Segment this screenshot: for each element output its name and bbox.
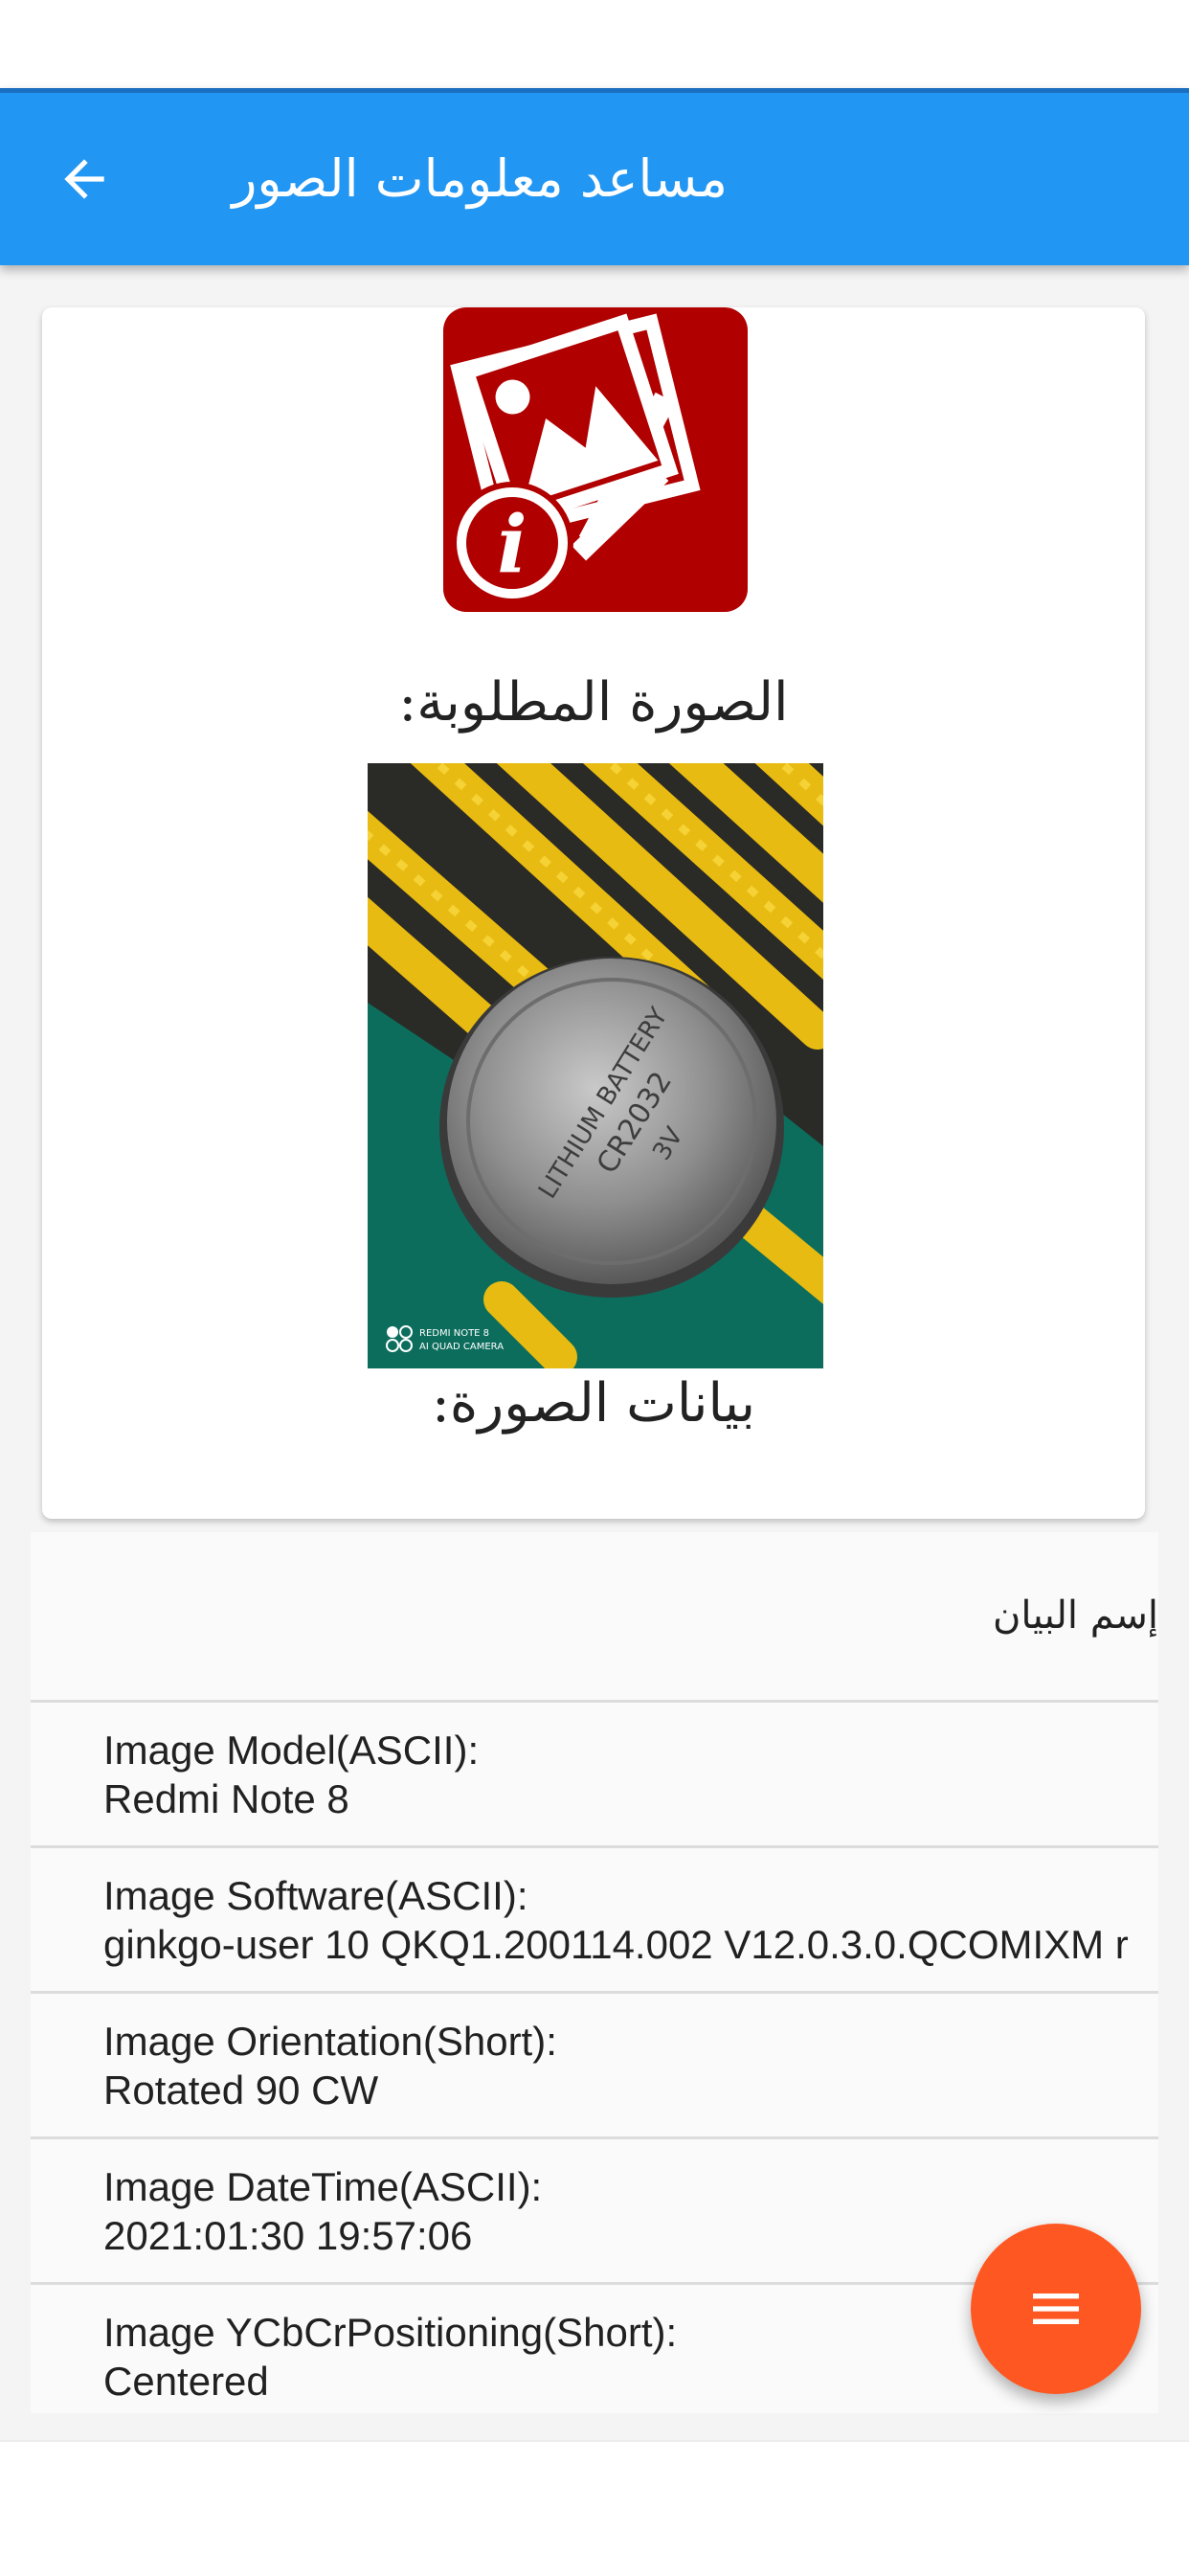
list-header-label: إسم البيان: [993, 1593, 1158, 1638]
image-card: i الصورة المطلوبة: LITHIUM BATTERY CR203…: [42, 307, 1145, 1519]
back-button[interactable]: [46, 141, 123, 217]
list-header: إسم البيان: [31, 1532, 1158, 1703]
photo-watermark-line1: REDMI NOTE 8: [419, 1328, 489, 1339]
list-item[interactable]: Image Software(ASCII): ginkgo-user 10 QK…: [31, 1848, 1158, 1994]
requested-image-label: الصورة المطلوبة:: [398, 671, 789, 734]
image-data-label: بيانات الصورة:: [431, 1372, 756, 1435]
list-item[interactable]: Image Orientation(Short): Rotated 90 CW: [31, 1994, 1158, 2139]
system-nav-bar: [0, 2440, 1189, 2576]
photo-info-icon: i: [443, 307, 748, 612]
app-title: مساعد معلومات الصور: [232, 148, 728, 209]
status-bar: [0, 0, 1189, 88]
photo-preview: LITHIUM BATTERY CR2032 3V REDMI NOTE 8 A…: [368, 763, 823, 1368]
list-item[interactable]: Image Model(ASCII): Redmi Note 8: [31, 1703, 1158, 1848]
selected-photo[interactable]: LITHIUM BATTERY CR2032 3V REDMI NOTE 8 A…: [368, 763, 823, 1368]
menu-fab[interactable]: [971, 2224, 1141, 2394]
svg-text:i: i: [497, 499, 527, 591]
photo-watermark-line2: AI QUAD CAMERA: [419, 1342, 504, 1352]
menu-icon: [1033, 2294, 1079, 2324]
app-bar: مساعد معلومات الصور: [0, 88, 1189, 265]
arrow-left-icon: [64, 159, 104, 199]
